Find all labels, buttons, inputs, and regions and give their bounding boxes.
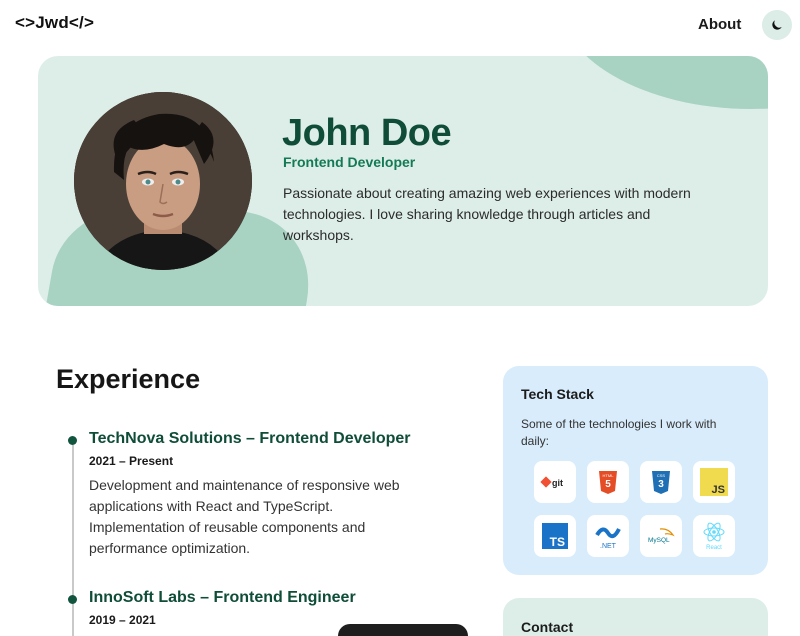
floating-toolbar[interactable] <box>338 624 468 636</box>
contact-card: Contact <box>503 598 768 636</box>
job-date: 2021 – Present <box>89 454 174 468</box>
svg-text:5: 5 <box>605 479 611 490</box>
svg-text:JS: JS <box>712 484 725 496</box>
decorative-blob <box>556 56 768 109</box>
job-date: 2019 – 2021 <box>89 613 156 627</box>
site-logo[interactable]: <>Jwd</> <box>15 13 94 33</box>
tech-stack-subtitle: Some of the technologies I work with dai… <box>521 417 717 448</box>
timeline-line <box>72 445 74 636</box>
job-title: TechNova Solutions – Frontend Developer <box>89 430 411 447</box>
svg-text:CSS: CSS <box>657 473 666 478</box>
svg-text:React: React <box>706 545 722 551</box>
tech-stack-card: Tech Stack Some of the technologies I wo… <box>503 366 768 575</box>
typescript-icon: TS <box>534 515 576 557</box>
contact-title: Contact <box>521 619 574 635</box>
svg-text:3: 3 <box>658 479 664 490</box>
svg-text:HTML: HTML <box>603 473 615 478</box>
hero-bio: Passionate about creating amazing web ex… <box>283 185 691 243</box>
moon-icon <box>772 20 782 30</box>
git-icon: git <box>534 461 576 503</box>
hero-card: John Doe Frontend Developer Passionate a… <box>38 56 768 306</box>
svg-text:MySQL: MySQL <box>648 537 670 544</box>
javascript-icon: JS <box>693 461 735 503</box>
html5-icon: HTML 5 <box>587 461 629 503</box>
experience-heading: Experience <box>56 364 201 394</box>
svg-text:git: git <box>552 478 563 488</box>
job-title: InnoSoft Labs – Frontend Engineer <box>89 589 356 606</box>
css3-icon: CSS 3 <box>640 461 682 503</box>
react-icon: React <box>693 515 735 557</box>
dotnet-icon: .NET <box>587 515 629 557</box>
svg-text:TS: TS <box>550 535 565 549</box>
job-description: Development and maintenance of responsiv… <box>89 477 400 556</box>
mysql-icon: MySQL <box>640 515 682 557</box>
hero-role: Frontend Developer <box>283 154 416 170</box>
svg-text:.NET: .NET <box>600 543 617 550</box>
profile-photo <box>74 92 252 270</box>
theme-toggle-button[interactable] <box>762 10 792 40</box>
tech-stack-title: Tech Stack <box>521 386 594 402</box>
nav-link-about[interactable]: About <box>698 16 741 33</box>
hero-name: John Doe <box>282 112 452 154</box>
timeline-dot <box>68 436 77 445</box>
timeline-dot <box>68 595 77 604</box>
